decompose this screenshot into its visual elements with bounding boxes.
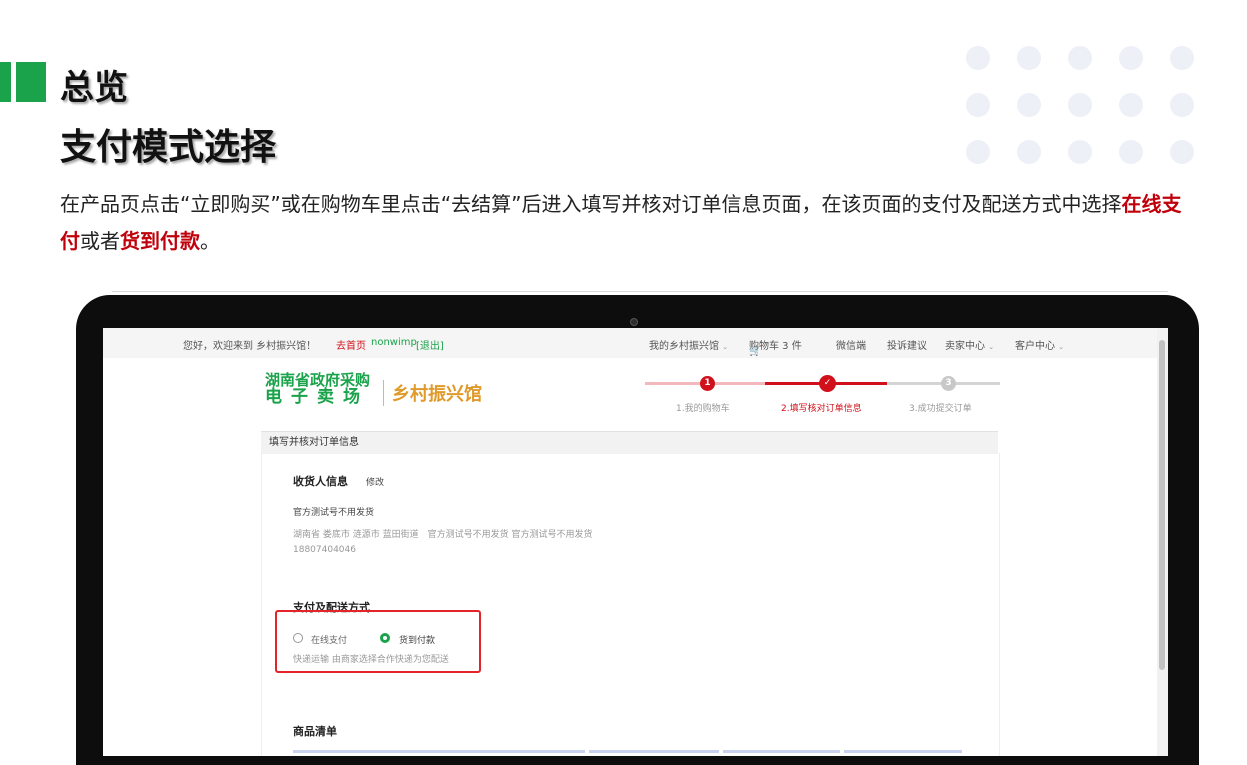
radio-online-payment[interactable] xyxy=(293,633,303,643)
online-payment-label[interactable]: 在线支付 xyxy=(311,633,347,646)
site-top-bar: 您好，欢迎来到 乡村振兴馆！ 去首页 nonwimp [退出] 我的乡村振兴馆 … xyxy=(103,328,1168,358)
chevron-down-icon: ⌄ xyxy=(988,343,995,351)
slide-description: 在产品页点击“立即购买”或在购物车里点击“去结算”后进入填写并核对订单信息页面，… xyxy=(60,192,1182,253)
divider xyxy=(112,291,1168,292)
order-progress-steps: 1 ✓ 3 1.我的购物车 2.填写核对订单信息 3.成功提交订单 xyxy=(645,372,1000,414)
home-link[interactable]: 去首页 xyxy=(336,337,366,352)
step-1-label: 1.我的购物车 xyxy=(676,404,730,414)
step-1-circle: 1 xyxy=(700,376,715,391)
accent-bar-large xyxy=(16,62,46,102)
username-link[interactable]: nonwimp xyxy=(371,337,417,348)
chevron-down-icon: ⌄ xyxy=(1058,343,1065,351)
camera-icon xyxy=(630,318,638,326)
delivery-note: 快递运输 由商家选择合作快递为您配送 xyxy=(293,655,449,665)
logout-link[interactable]: [退出] xyxy=(416,337,444,352)
step-2-check-icon: ✓ xyxy=(819,375,836,392)
step-3-circle: 3 xyxy=(941,376,956,391)
chevron-down-icon: ⌄ xyxy=(722,343,729,351)
scrollbar[interactable] xyxy=(1157,328,1168,756)
accent-bar-small xyxy=(0,62,11,102)
panel-header: 填写并核对订单信息 xyxy=(261,431,998,454)
feedback-link[interactable]: 投诉建议 xyxy=(887,337,927,352)
order-panel xyxy=(261,453,1000,756)
wechat-link[interactable]: 微信端 xyxy=(836,337,866,352)
my-store-menu[interactable]: 我的乡村振兴馆 ⌄ xyxy=(649,337,728,352)
goods-table-header-col-1 xyxy=(293,750,585,753)
decorative-dot-grid xyxy=(966,46,1206,170)
goods-table-header-col-3 xyxy=(723,750,840,753)
logo-divider xyxy=(383,380,384,406)
consignee-phone: 18807404046 xyxy=(293,545,356,555)
goods-table-header-col-4 xyxy=(844,750,962,753)
slide-title: 总览 xyxy=(60,68,128,108)
cart-icon: 🛒 xyxy=(749,346,762,357)
goods-table-header-col-2 xyxy=(589,750,719,753)
cart-link[interactable]: 🛒 购物车 3 件 xyxy=(749,337,802,357)
consignee-section-title: 收货人信息 xyxy=(293,475,348,488)
gov-procurement-logo[interactable]: 湖南省政府采购 电子卖场 xyxy=(265,372,370,406)
radio-cash-on-delivery[interactable] xyxy=(380,633,390,643)
step-2-label: 2.填写核对订单信息 xyxy=(781,404,862,414)
highlight-cash-on-delivery: 货到付款 xyxy=(120,229,200,253)
consignee-address: 湖南省 娄底市 涟源市 蓝田街道 官方测试号不用发货 官方测试号不用发货 xyxy=(293,530,593,540)
edit-consignee-link[interactable]: 修改 xyxy=(366,475,384,488)
customer-center-menu[interactable]: 客户中心 ⌄ xyxy=(1015,337,1064,352)
welcome-text: 您好，欢迎来到 乡村振兴馆！ xyxy=(183,341,317,352)
screenshot-screen: 您好，欢迎来到 乡村振兴馆！ 去首页 nonwimp [退出] 我的乡村振兴馆 … xyxy=(103,328,1168,756)
step-3-label: 3.成功提交订单 xyxy=(909,404,972,414)
goods-section-title: 商品清单 xyxy=(293,725,337,738)
seller-center-menu[interactable]: 卖家中心 ⌄ xyxy=(945,337,994,352)
scrollbar-thumb[interactable] xyxy=(1159,340,1165,670)
slide-subtitle: 支付模式选择 xyxy=(60,127,277,168)
village-hall-logo[interactable]: 乡村振兴馆 xyxy=(392,380,482,406)
consignee-name: 官方测试号不用发货 xyxy=(293,508,375,518)
cash-on-delivery-label[interactable]: 货到付款 xyxy=(399,633,435,646)
